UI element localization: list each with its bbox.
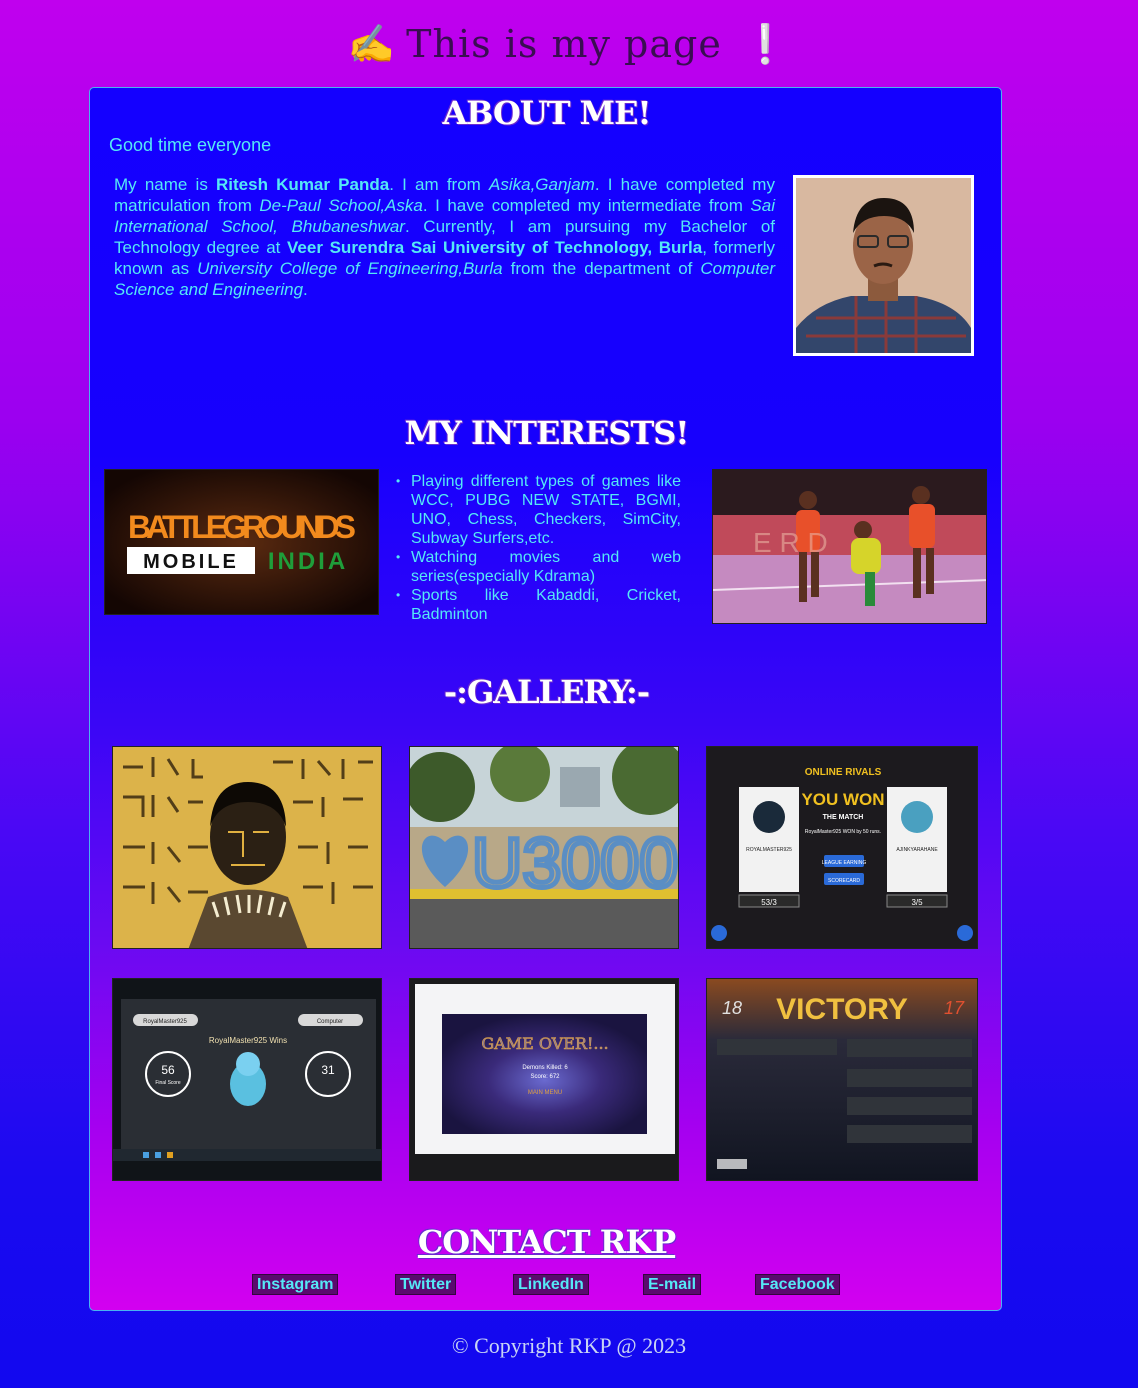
svg-text:E R D: E R D — [753, 527, 828, 558]
page-title-text: This is my page — [406, 22, 722, 66]
svg-text:GAME OVER!...: GAME OVER!... — [481, 1034, 608, 1053]
svg-text:MAIN MENU: MAIN MENU — [528, 1090, 562, 1096]
svg-text:YOU WON: YOU WON — [801, 790, 884, 809]
gallery-image-pokemon: RoyalMaster925 Computer RoyalMaster925 W… — [112, 978, 382, 1181]
gallery-image-game-over: GAME OVER!... Demons Killed: 6 Score: 67… — [409, 978, 679, 1181]
email-link[interactable]: E-mail — [643, 1274, 702, 1295]
profile-photo — [793, 175, 974, 356]
svg-text:VICTORY: VICTORY — [776, 993, 908, 1026]
about-heading: ABOUT ME! — [442, 94, 651, 132]
facebook-link[interactable]: Facebook — [755, 1274, 840, 1295]
svg-text:THE MATCH: THE MATCH — [823, 814, 864, 821]
svg-text:56: 56 — [161, 1063, 175, 1077]
svg-text:18: 18 — [722, 998, 742, 1018]
greeting-text: Good time everyone — [109, 135, 272, 155]
svg-text:Computer: Computer — [317, 1019, 343, 1025]
name-text: Ritesh Kumar Panda — [216, 175, 390, 194]
svg-text:AJINKYARAHANE: AJINKYARAHANE — [896, 847, 938, 853]
u3000-sign-text: U3000 — [472, 824, 678, 902]
main-card: ABOUT ME! Good time everyone My name is … — [89, 87, 1002, 1311]
interests-heading: MY INTERESTS! — [404, 414, 690, 452]
contact-heading: CONTACT RKP — [417, 1223, 676, 1261]
svg-text:SCORECARD: SCORECARD — [828, 878, 860, 884]
svg-text:Final Score: Final Score — [155, 1080, 181, 1086]
kabaddi-image: E R D — [712, 469, 987, 624]
svg-text:RoyalMaster925 Wins: RoyalMaster925 Wins — [209, 1036, 287, 1045]
gallery-image-cricket-win: ONLINE RIVALS ROYALMASTER925 AJINKYARAHA… — [706, 746, 978, 949]
twitter-link[interactable]: Twitter — [395, 1274, 457, 1295]
svg-text:RoyalMaster925: RoyalMaster925 — [143, 1019, 187, 1025]
list-item: Sports like Kabaddi, Cricket, Badminton — [396, 586, 681, 624]
gallery-image-victory: VICTORY 18 17 — [706, 978, 978, 1181]
gallery-image-wakanda — [112, 746, 382, 949]
bgmi-image: BATTLEGROUNDS MOBILE INDIA — [104, 469, 379, 615]
bgmi-logo-line1: BATTLEGROUNDS — [128, 509, 356, 545]
footer-copyright: © Copyright RKP @ 2023 — [451, 1333, 687, 1358]
gallery-heading: -:GALLERY:- — [443, 673, 650, 711]
svg-text:Demons Killed: 6: Demons Killed: 6 — [522, 1065, 568, 1071]
list-item: Watching movies and web series(especiall… — [396, 548, 681, 586]
about-paragraph: My name is Ritesh Kumar Panda. I am from… — [114, 175, 776, 299]
page-title: ✍️ This is my page ❕ — [0, 22, 1138, 67]
instagram-link[interactable]: Instagram — [252, 1274, 339, 1295]
svg-text:ONLINE RIVALS: ONLINE RIVALS — [805, 767, 882, 778]
svg-text:17: 17 — [944, 998, 965, 1018]
writing-hand-icon: ✍️ — [347, 22, 397, 66]
list-item: Playing different types of games like WC… — [396, 472, 681, 548]
svg-text:31: 31 — [321, 1063, 335, 1077]
bgmi-logo-line2b: INDIA — [268, 548, 348, 575]
svg-text:LEAGUE EARNING: LEAGUE EARNING — [822, 860, 867, 866]
interests-list: Playing different types of games like WC… — [396, 472, 681, 624]
svg-text:Score: 672: Score: 672 — [530, 1074, 560, 1080]
svg-text:ROYALMASTER925: ROYALMASTER925 — [746, 847, 792, 853]
linkedin-link[interactable]: LinkedIn — [513, 1274, 589, 1295]
svg-text:53/3: 53/3 — [761, 898, 777, 907]
exclamation-icon: ❕ — [741, 22, 791, 66]
svg-text:RoyalMaster925 WON by 50 runs.: RoyalMaster925 WON by 50 runs. — [805, 829, 881, 835]
gallery-image-u3000: U3000 — [409, 746, 679, 949]
svg-text:3/5: 3/5 — [911, 898, 923, 907]
bgmi-logo-line2a: MOBILE — [143, 551, 239, 573]
